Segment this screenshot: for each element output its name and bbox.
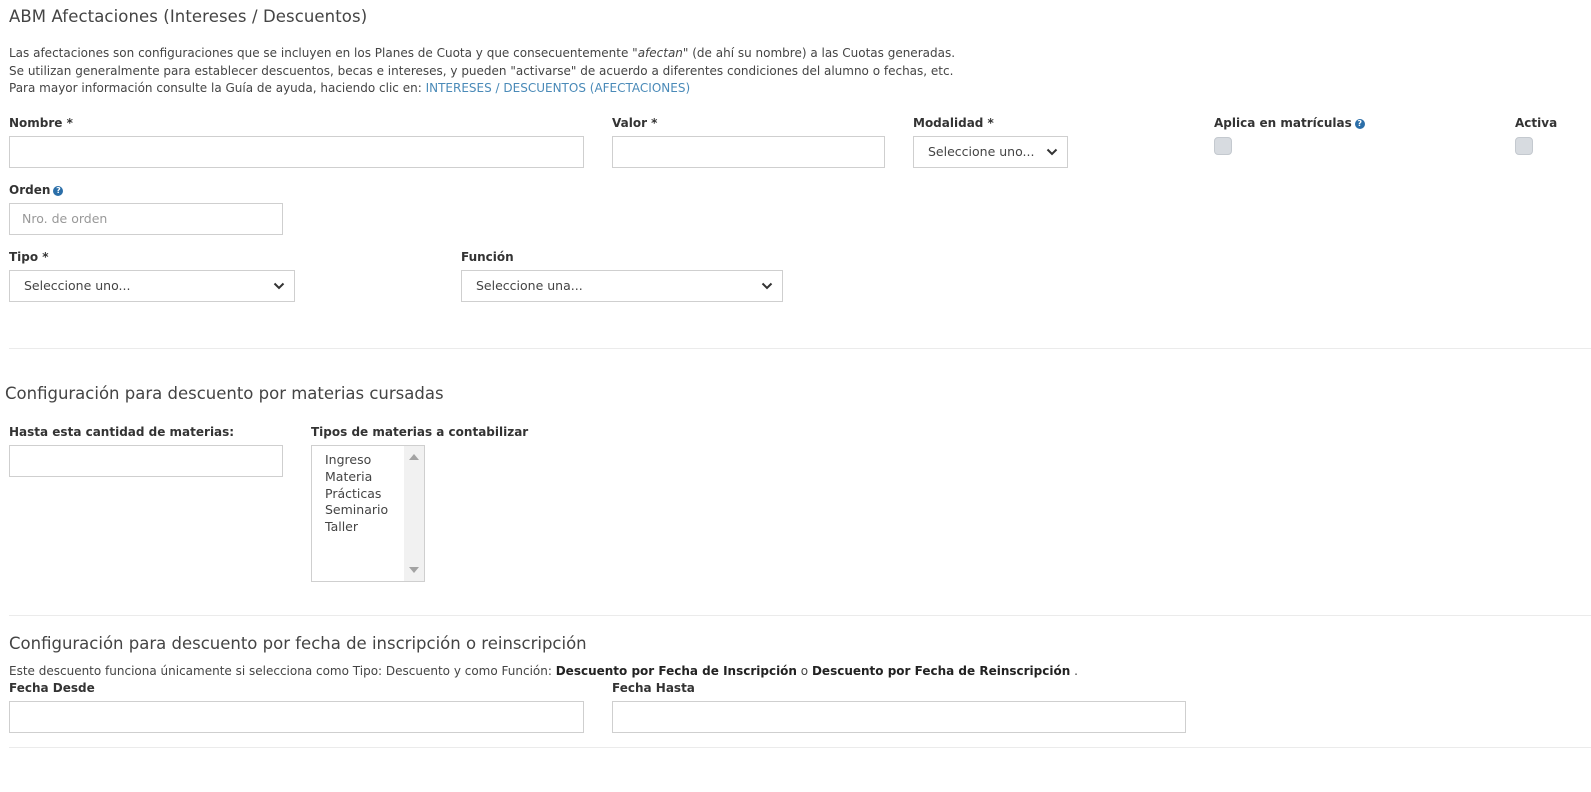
fecha-hasta-input[interactable]	[612, 701, 1186, 733]
nombre-input[interactable]	[9, 136, 584, 168]
modalidad-label: Modalidad *	[913, 116, 994, 130]
materias-section-title: Configuración para descuento por materia…	[5, 384, 444, 403]
fecha-hasta-label: Fecha Hasta	[612, 681, 695, 695]
page-title: ABM Afectaciones (Intereses / Descuentos…	[9, 7, 368, 26]
intro-line-3: Para mayor información consulte la Guía …	[9, 81, 691, 95]
modalidad-select[interactable]: Seleccione uno...	[913, 136, 1068, 168]
divider	[9, 348, 1591, 349]
funcion-select[interactable]: Seleccione una...	[461, 270, 783, 302]
tipo-selected-value: Seleccione uno...	[24, 278, 131, 293]
fecha-section-note: Este descuento funciona únicamente si se…	[9, 664, 1078, 678]
scroll-up-arrow-icon[interactable]	[409, 454, 419, 460]
nombre-label: Nombre *	[9, 116, 73, 130]
funcion-selected-value: Seleccione una...	[476, 278, 583, 293]
orden-label: Orden?	[9, 183, 64, 197]
fecha-desde-input[interactable]	[9, 701, 584, 733]
chevron-down-icon	[1046, 148, 1058, 156]
orden-input[interactable]: Nro. de orden	[9, 203, 283, 235]
list-item[interactable]: Prácticas	[325, 486, 388, 503]
intro-text: Las afectaciones son configuraciones que…	[9, 45, 1209, 98]
valor-input[interactable]	[612, 136, 885, 168]
divider	[9, 615, 1591, 616]
scroll-down-arrow-icon[interactable]	[409, 567, 419, 573]
list-item[interactable]: Taller	[325, 519, 388, 536]
aplica-label: Aplica en matrículas?	[1214, 116, 1365, 130]
cantidad-materias-label: Hasta esta cantidad de materias:	[9, 425, 235, 439]
tipos-materias-label: Tipos de materias a contabilizar	[311, 425, 529, 439]
activa-checkbox[interactable]	[1515, 137, 1533, 155]
activa-label: Activa	[1515, 116, 1558, 130]
chevron-down-icon	[273, 282, 285, 290]
intro-line-1: Las afectaciones son configuraciones que…	[9, 46, 956, 60]
divider	[9, 747, 1591, 748]
aplica-checkbox[interactable]	[1214, 137, 1232, 155]
modalidad-selected-value: Seleccione uno...	[928, 144, 1035, 159]
listbox-scrollbar[interactable]	[404, 446, 424, 581]
fecha-section-title: Configuración para descuento por fecha d…	[9, 634, 587, 653]
help-guide-link[interactable]: INTERESES / DESCUENTOS (AFECTACIONES)	[426, 81, 691, 95]
chevron-down-icon	[761, 282, 773, 290]
funcion-label: Función	[461, 250, 514, 264]
help-icon[interactable]: ?	[1354, 119, 1365, 129]
tipos-materias-listbox[interactable]: Ingreso Materia Prácticas Seminario Tall…	[311, 445, 425, 582]
tipo-label: Tipo *	[9, 250, 49, 264]
tipo-select[interactable]: Seleccione uno...	[9, 270, 295, 302]
list-item[interactable]: Materia	[325, 469, 388, 486]
cantidad-materias-input[interactable]	[9, 445, 283, 477]
listbox-options: Ingreso Materia Prácticas Seminario Tall…	[325, 452, 388, 536]
list-item[interactable]: Ingreso	[325, 452, 388, 469]
valor-label: Valor *	[612, 116, 658, 130]
fecha-desde-label: Fecha Desde	[9, 681, 95, 695]
intro-line-2: Se utilizan generalmente para establecer…	[9, 63, 954, 78]
list-item[interactable]: Seminario	[325, 502, 388, 519]
help-icon[interactable]: ?	[53, 186, 64, 196]
